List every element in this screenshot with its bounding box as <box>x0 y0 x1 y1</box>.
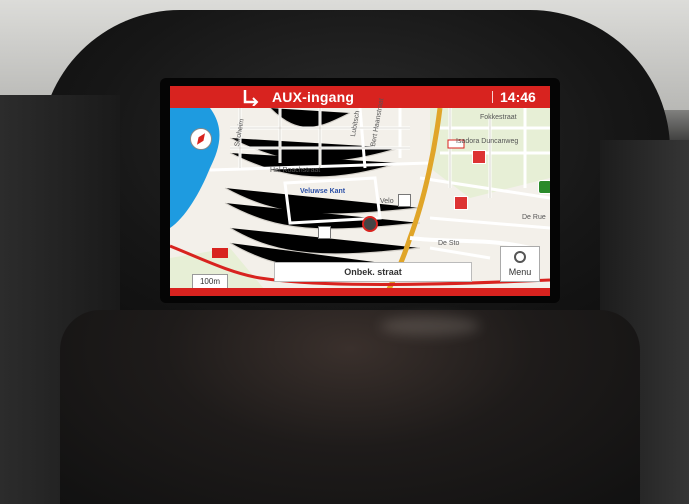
menu-button[interactable]: Menu <box>500 246 540 282</box>
street-label: Isadora Duncanweg <box>456 138 519 145</box>
car-dashboard-photo: AUX-ingang 14:46 Hal Roachstraat Veluwse… <box>0 0 689 504</box>
street-label: Fokkestraat <box>480 114 517 121</box>
street-label: Hal Roachstraat <box>270 167 321 174</box>
street-label: De Rue <box>522 214 546 221</box>
building-icon[interactable] <box>318 226 331 239</box>
compass-icon[interactable] <box>190 128 212 150</box>
street-label: Velo <box>380 198 394 205</box>
menu-label: Menu <box>508 267 532 277</box>
dashboard-tray <box>60 310 640 504</box>
poi-icon[interactable] <box>398 194 411 207</box>
light-glare <box>380 316 480 336</box>
title-separator <box>492 91 493 103</box>
title-bar: AUX-ingang 14:46 <box>170 86 550 108</box>
bottom-band <box>170 288 550 296</box>
screen-title: AUX-ingang <box>272 89 355 105</box>
poi-icon[interactable] <box>454 196 468 210</box>
back-arrow-icon[interactable] <box>242 88 260 106</box>
street-label: De Sto <box>438 240 460 247</box>
menu-icon <box>514 251 526 263</box>
current-street: Onbek. straat <box>274 262 472 282</box>
car-position-icon <box>362 216 378 232</box>
poi-icon[interactable] <box>538 180 550 194</box>
poi-icon[interactable] <box>472 150 486 164</box>
clock: 14:46 <box>500 89 536 105</box>
navigation-screen: AUX-ingang 14:46 Hal Roachstraat Veluwse… <box>170 86 550 296</box>
area-label: Veluwse Kant <box>300 188 346 195</box>
